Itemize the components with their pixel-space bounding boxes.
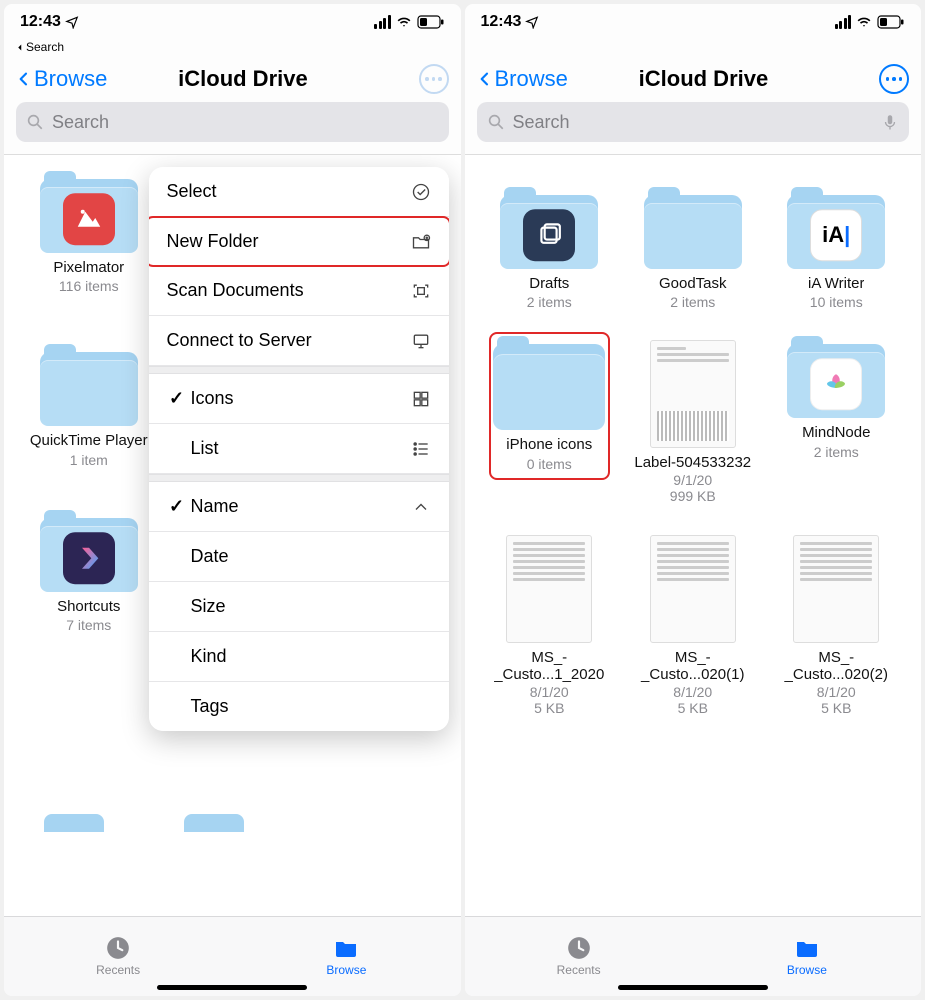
folder-icon	[792, 936, 822, 960]
nav-title: iCloud Drive	[528, 66, 879, 92]
document-icon	[793, 535, 879, 643]
file-ms3[interactable]: MS_-_Custo...020(2) 8/1/20 5 KB	[768, 535, 906, 717]
folder-pixelmator[interactable]: Pixelmator 116 items	[20, 175, 158, 294]
pixelmator-app-icon	[63, 193, 115, 245]
tab-bar: Recents Browse	[4, 916, 461, 996]
folder-mindnode[interactable]: MindNode 2 items	[768, 340, 906, 505]
drafts-app-icon	[523, 209, 575, 261]
document-icon	[650, 340, 736, 448]
menu-sort-size[interactable]: ✓Size	[149, 582, 449, 632]
home-indicator[interactable]	[157, 985, 307, 990]
ellipsis-icon	[886, 77, 903, 81]
folder-iawriter[interactable]: iA| iA Writer 10 items	[768, 191, 906, 310]
battery-icon	[877, 15, 905, 29]
nav-header: Browse iCloud Drive	[465, 58, 922, 102]
shortcuts-app-icon	[63, 532, 115, 584]
clock-icon	[105, 935, 131, 961]
chevron-left-icon	[16, 68, 32, 90]
document-icon	[506, 535, 592, 643]
status-time: 12:43	[481, 13, 522, 31]
content-area: Drafts 2 items GoodTask 2 items iA| iA W…	[465, 155, 922, 916]
menu-sort-tags[interactable]: ✓Tags	[149, 682, 449, 731]
folder-quicktime[interactable]: QuickTime Player 1 item	[20, 348, 158, 467]
chevron-up-icon	[411, 497, 431, 517]
document-icon	[650, 535, 736, 643]
folder-goodtask[interactable]: GoodTask 2 items	[624, 191, 762, 310]
menu-sort-kind[interactable]: ✓Kind	[149, 632, 449, 682]
check-icon: ✓	[167, 388, 187, 409]
location-icon	[525, 15, 539, 29]
file-ms2[interactable]: MS_-_Custo...020(1) 8/1/20 5 KB	[624, 535, 762, 717]
menu-view-icons[interactable]: ✓Icons	[149, 374, 449, 424]
menu-select[interactable]: Select	[149, 167, 449, 217]
back-to-search[interactable]: Search	[4, 40, 461, 58]
file-ms1[interactable]: MS_-_Custo...1_2020 8/1/20 5 KB	[481, 535, 619, 717]
content-area: Pixelmator 116 items QuickTime Player 1 …	[4, 155, 461, 916]
nav-title: iCloud Drive	[67, 66, 418, 92]
select-icon	[411, 182, 431, 202]
nav-header: Browse iCloud Drive	[4, 58, 461, 102]
mic-icon[interactable]	[881, 113, 899, 131]
clock-icon	[566, 935, 592, 961]
signal-icon	[835, 15, 852, 29]
menu-connect-server[interactable]: Connect to Server	[149, 316, 449, 366]
iawriter-app-icon: iA|	[810, 209, 862, 261]
folder-drafts[interactable]: Drafts 2 items	[481, 191, 619, 310]
menu-view-list[interactable]: ✓List	[149, 424, 449, 474]
options-menu: Select New Folder Scan Documents Connect…	[149, 167, 449, 731]
search-placeholder: Search	[52, 112, 109, 133]
signal-icon	[374, 15, 391, 29]
search-icon	[26, 113, 44, 131]
search-input[interactable]: Search	[16, 102, 449, 142]
search-icon	[487, 113, 505, 131]
status-bar: 12:43	[465, 4, 922, 40]
chevron-left-icon	[477, 68, 493, 90]
battery-icon	[417, 15, 445, 29]
new-folder-icon	[411, 232, 431, 252]
location-icon	[65, 15, 79, 29]
folder-icon	[331, 936, 361, 960]
menu-new-folder[interactable]: New Folder	[149, 217, 449, 266]
scan-icon	[411, 281, 431, 301]
file-label[interactable]: Label-504533232 9/1/20 999 KB	[624, 340, 762, 505]
folder-iphone-icons[interactable]: iPhone icons 0 items	[481, 340, 619, 505]
search-placeholder: Search	[513, 112, 874, 133]
check-icon: ✓	[167, 496, 187, 517]
menu-sort-name[interactable]: ✓Name	[149, 482, 449, 532]
home-indicator[interactable]	[618, 985, 768, 990]
search-input[interactable]: Search	[477, 102, 910, 142]
menu-sort-date[interactable]: ✓Date	[149, 532, 449, 582]
more-button[interactable]	[419, 64, 449, 94]
wifi-icon	[855, 15, 873, 29]
ellipsis-icon	[425, 77, 442, 81]
menu-scan[interactable]: Scan Documents	[149, 266, 449, 316]
peek-row	[4, 814, 461, 832]
more-button[interactable]	[879, 64, 909, 94]
grid-icon	[411, 389, 431, 409]
phone-right: 12:43 Browse iCloud Drive Search	[465, 4, 922, 996]
wifi-icon	[395, 15, 413, 29]
mindnode-app-icon	[810, 358, 862, 410]
list-icon	[411, 439, 431, 459]
status-bar: 12:43	[4, 4, 461, 40]
server-icon	[411, 331, 431, 351]
status-time: 12:43	[20, 13, 61, 31]
folder-shortcuts[interactable]: Shortcuts 7 items	[20, 514, 158, 633]
tab-bar: Recents Browse	[465, 916, 922, 996]
phone-left: 12:43 Search Browse iCloud Drive	[4, 4, 461, 996]
